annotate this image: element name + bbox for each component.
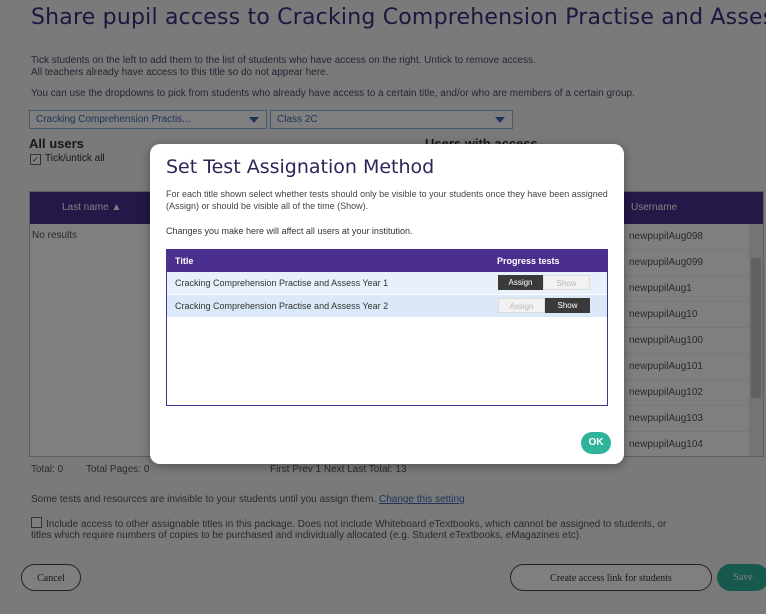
ok-button[interactable]: OK — [581, 432, 611, 454]
assign-show-toggle[interactable]: Assign Show — [498, 298, 590, 313]
modal-description: For each title shown select whether test… — [166, 189, 608, 211]
show-option[interactable]: Show — [545, 298, 590, 313]
progress-tests-column-header: Progress tests — [497, 256, 560, 266]
show-option[interactable]: Show — [543, 275, 590, 290]
modal-warning: Changes you make here will affect all us… — [166, 226, 413, 236]
row-title: Cracking Comprehension Practise and Asse… — [175, 301, 389, 311]
assign-option[interactable]: Assign — [498, 298, 545, 313]
set-test-assignation-modal: Set Test Assignation Method For each tit… — [150, 144, 624, 464]
assign-option[interactable]: Assign — [498, 275, 543, 290]
assignation-table: Title Progress tests Cracking Comprehens… — [166, 249, 608, 406]
row-title: Cracking Comprehension Practise and Asse… — [175, 278, 389, 288]
table-row: Cracking Comprehension Practise and Asse… — [167, 272, 607, 295]
assign-show-toggle[interactable]: Assign Show — [498, 275, 590, 290]
assignation-table-header: Title Progress tests — [167, 250, 607, 272]
title-column-header: Title — [175, 256, 194, 266]
modal-title: Set Test Assignation Method — [166, 156, 435, 178]
table-row: Cracking Comprehension Practise and Asse… — [167, 295, 607, 318]
